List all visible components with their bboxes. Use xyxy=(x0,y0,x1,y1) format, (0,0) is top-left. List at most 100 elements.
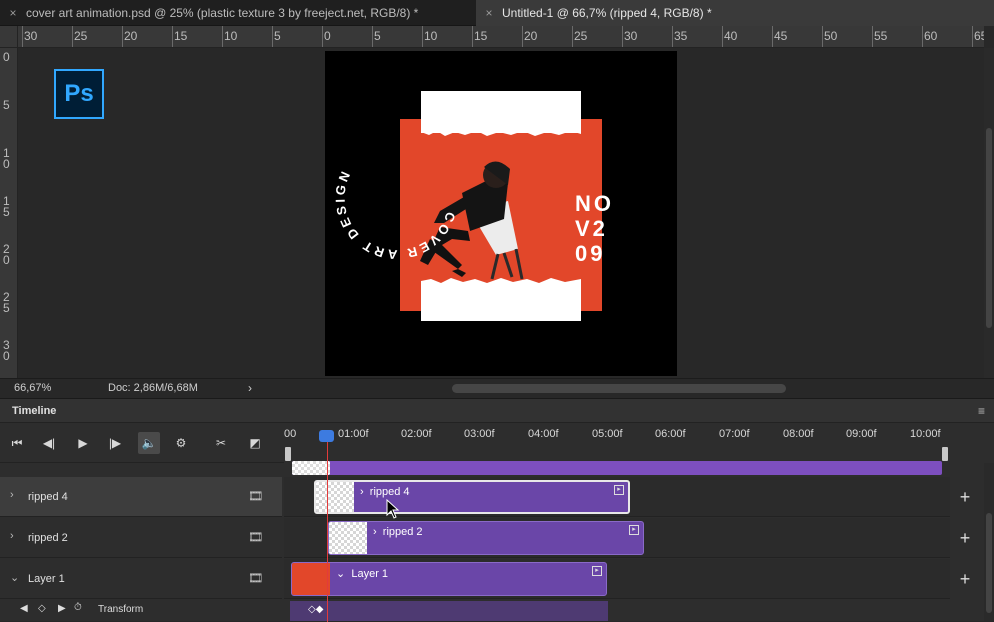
transform-keyframe-track[interactable]: ◇◆ xyxy=(290,601,608,621)
film-strip-icon[interactable]: 🎞 xyxy=(248,571,263,585)
ruler-tick xyxy=(522,26,523,47)
clip-thumbnail xyxy=(292,563,330,595)
settings-gear-icon[interactable]: ⚙ xyxy=(170,432,192,454)
svg-text:COVER ART DESIGN: COVER ART DESIGN xyxy=(335,167,459,263)
ruler-label: 15 xyxy=(3,194,10,219)
track-ripped-4: › ripped 4 ▸ xyxy=(284,477,950,517)
time-label: 09:00f xyxy=(846,428,877,440)
scrollbar-thumb[interactable] xyxy=(986,128,992,328)
expand-chevron-icon[interactable]: › xyxy=(10,489,14,501)
scrollbar-thumb[interactable] xyxy=(986,513,992,613)
panel-menu-icon[interactable]: ≡ xyxy=(978,404,985,418)
next-frame-button[interactable]: |▶ xyxy=(104,432,126,454)
ruler-label: 15 xyxy=(474,29,488,43)
time-label: 03:00f xyxy=(464,428,495,440)
ruler-label: 20 xyxy=(3,242,10,267)
ruler-tick xyxy=(622,26,623,47)
torn-paper-bottom xyxy=(421,278,581,321)
vertical-ruler[interactable]: 0 5 10 15 20 25 30 xyxy=(0,48,18,378)
date-line: V2 xyxy=(575,216,608,241)
time-ruler[interactable]: 00 01:00f 02:00f 03:00f 04:00f 05:00f 06… xyxy=(284,423,950,445)
curved-title-text: COVER ART DESIGN xyxy=(335,167,459,263)
ruler-label: 0 xyxy=(3,50,10,64)
next-keyframe-icon[interactable]: ▶ xyxy=(58,603,66,614)
ruler-tick xyxy=(722,26,723,47)
zoom-level[interactable]: 66,67% xyxy=(14,382,51,394)
clip-thumbnail xyxy=(316,482,354,512)
ruler-tick xyxy=(872,26,873,47)
add-keyframe-icon[interactable]: ◇ xyxy=(38,603,46,614)
ruler-tick xyxy=(972,26,973,47)
ruler-label: 25 xyxy=(74,29,88,43)
timeline-vertical-scrollbar[interactable] xyxy=(984,463,994,621)
playhead-handle[interactable] xyxy=(319,430,334,442)
layer-row-ripped-4[interactable]: › ripped 4 🎞 xyxy=(0,477,282,517)
panel-title[interactable]: Timeline xyxy=(12,405,56,417)
ruler-label: 10 xyxy=(224,29,238,43)
status-menu-arrow-icon[interactable]: › xyxy=(248,381,252,395)
clip-ripped-2[interactable]: › ripped 2 ▸ xyxy=(328,521,644,555)
clip-ripped-4[interactable]: › ripped 4 ▸ xyxy=(314,480,630,514)
clip-thumbnail xyxy=(329,522,367,554)
previous-frame-button[interactable]: ◀| xyxy=(38,432,60,454)
previous-keyframe-icon[interactable]: ◀ xyxy=(20,603,28,614)
audio-toggle-button[interactable]: 🔈 xyxy=(138,432,160,454)
add-media-button[interactable]: + xyxy=(955,559,975,599)
go-to-first-frame-button[interactable]: ⏮ xyxy=(6,432,28,454)
ruler-tick xyxy=(72,26,73,47)
ruler-label: 65 xyxy=(974,29,984,43)
keyframe-diamond-icon[interactable]: ◇◆ xyxy=(308,604,323,615)
work-area-end-handle[interactable] xyxy=(942,447,948,461)
clip-layer-1[interactable]: ⌄ Layer 1 ▸ xyxy=(291,562,607,596)
add-media-button[interactable]: + xyxy=(955,477,975,517)
document-tab-bar: × cover art animation.psd @ 25% (plastic… xyxy=(0,0,994,26)
layer-name: Layer 1 xyxy=(28,573,65,585)
tab-untitled-1[interactable]: × Untitled-1 @ 66,7% (ripped 4, RGB/8) * xyxy=(476,0,994,26)
work-area-bar[interactable] xyxy=(292,461,942,475)
tab-cover-art-animation[interactable]: × cover art animation.psd @ 25% (plastic… xyxy=(6,0,418,26)
stopwatch-icon[interactable]: ⏱ xyxy=(74,602,82,613)
collapse-chevron-icon[interactable]: ⌄ xyxy=(10,571,19,584)
ruler-label: 20 xyxy=(524,29,538,43)
date-line: NO xyxy=(575,191,614,216)
ruler-label: 10 xyxy=(424,29,438,43)
layer-row-ripped-2[interactable]: › ripped 2 🎞 xyxy=(0,518,282,558)
clip-end-icon[interactable]: ▸ xyxy=(592,566,602,576)
ruler-label: 10 xyxy=(3,146,10,171)
ruler-tick xyxy=(222,26,223,47)
timeline-panel: Timeline ≡ ⏮ ◀| ▶ |▶ 🔈 ⚙ ✂ ◩ 00 01:00f 0… xyxy=(0,398,994,622)
expand-chevron-icon[interactable]: › xyxy=(10,530,14,542)
transition-icon[interactable]: ◩ xyxy=(244,432,266,454)
ruler-tick xyxy=(272,26,273,47)
layer-row-layer-1[interactable]: ⌄ Layer 1 🎞 xyxy=(0,559,282,599)
canvas-vertical-scrollbar[interactable] xyxy=(984,48,994,378)
document-canvas[interactable]: COVER ART DESIGN NO V2 09 xyxy=(325,51,677,376)
close-tab-icon[interactable]: × xyxy=(482,6,496,20)
add-media-button[interactable]: + xyxy=(955,518,975,558)
ruler-label: 30 xyxy=(624,29,638,43)
status-bar: 66,67% Doc: 2,86M/6,68M › xyxy=(0,378,994,398)
ruler-label: 45 xyxy=(774,29,788,43)
time-label: 00 xyxy=(284,428,297,440)
tab-label: Untitled-1 @ 66,7% (ripped 4, RGB/8) * xyxy=(502,6,712,20)
curved-text-content: COVER ART DESIGN xyxy=(335,167,456,263)
close-tab-icon[interactable]: × xyxy=(6,6,20,20)
film-strip-icon[interactable]: 🎞 xyxy=(248,489,263,503)
clip-end-icon[interactable]: ▸ xyxy=(629,525,639,535)
film-strip-icon[interactable]: 🎞 xyxy=(248,530,263,544)
clip-end-icon[interactable]: ▸ xyxy=(614,485,624,495)
ruler-tick xyxy=(822,26,823,47)
work-area-start-handle[interactable] xyxy=(285,447,291,461)
layer-name: ripped 2 xyxy=(28,532,68,544)
split-scissors-icon[interactable]: ✂ xyxy=(210,432,232,454)
horizontal-scrollbar-thumb[interactable] xyxy=(452,384,786,393)
time-label: 02:00f xyxy=(401,428,432,440)
ruler-label: 25 xyxy=(3,290,10,315)
ruler-tick xyxy=(572,26,573,47)
ruler-corner xyxy=(0,26,18,48)
ruler-tick xyxy=(422,26,423,47)
ruler-label: 40 xyxy=(724,29,738,43)
play-button[interactable]: ▶ xyxy=(72,432,94,454)
ruler-tick xyxy=(122,26,123,47)
horizontal-ruler[interactable]: 3025201510505101520253035404550556065 xyxy=(18,26,984,48)
